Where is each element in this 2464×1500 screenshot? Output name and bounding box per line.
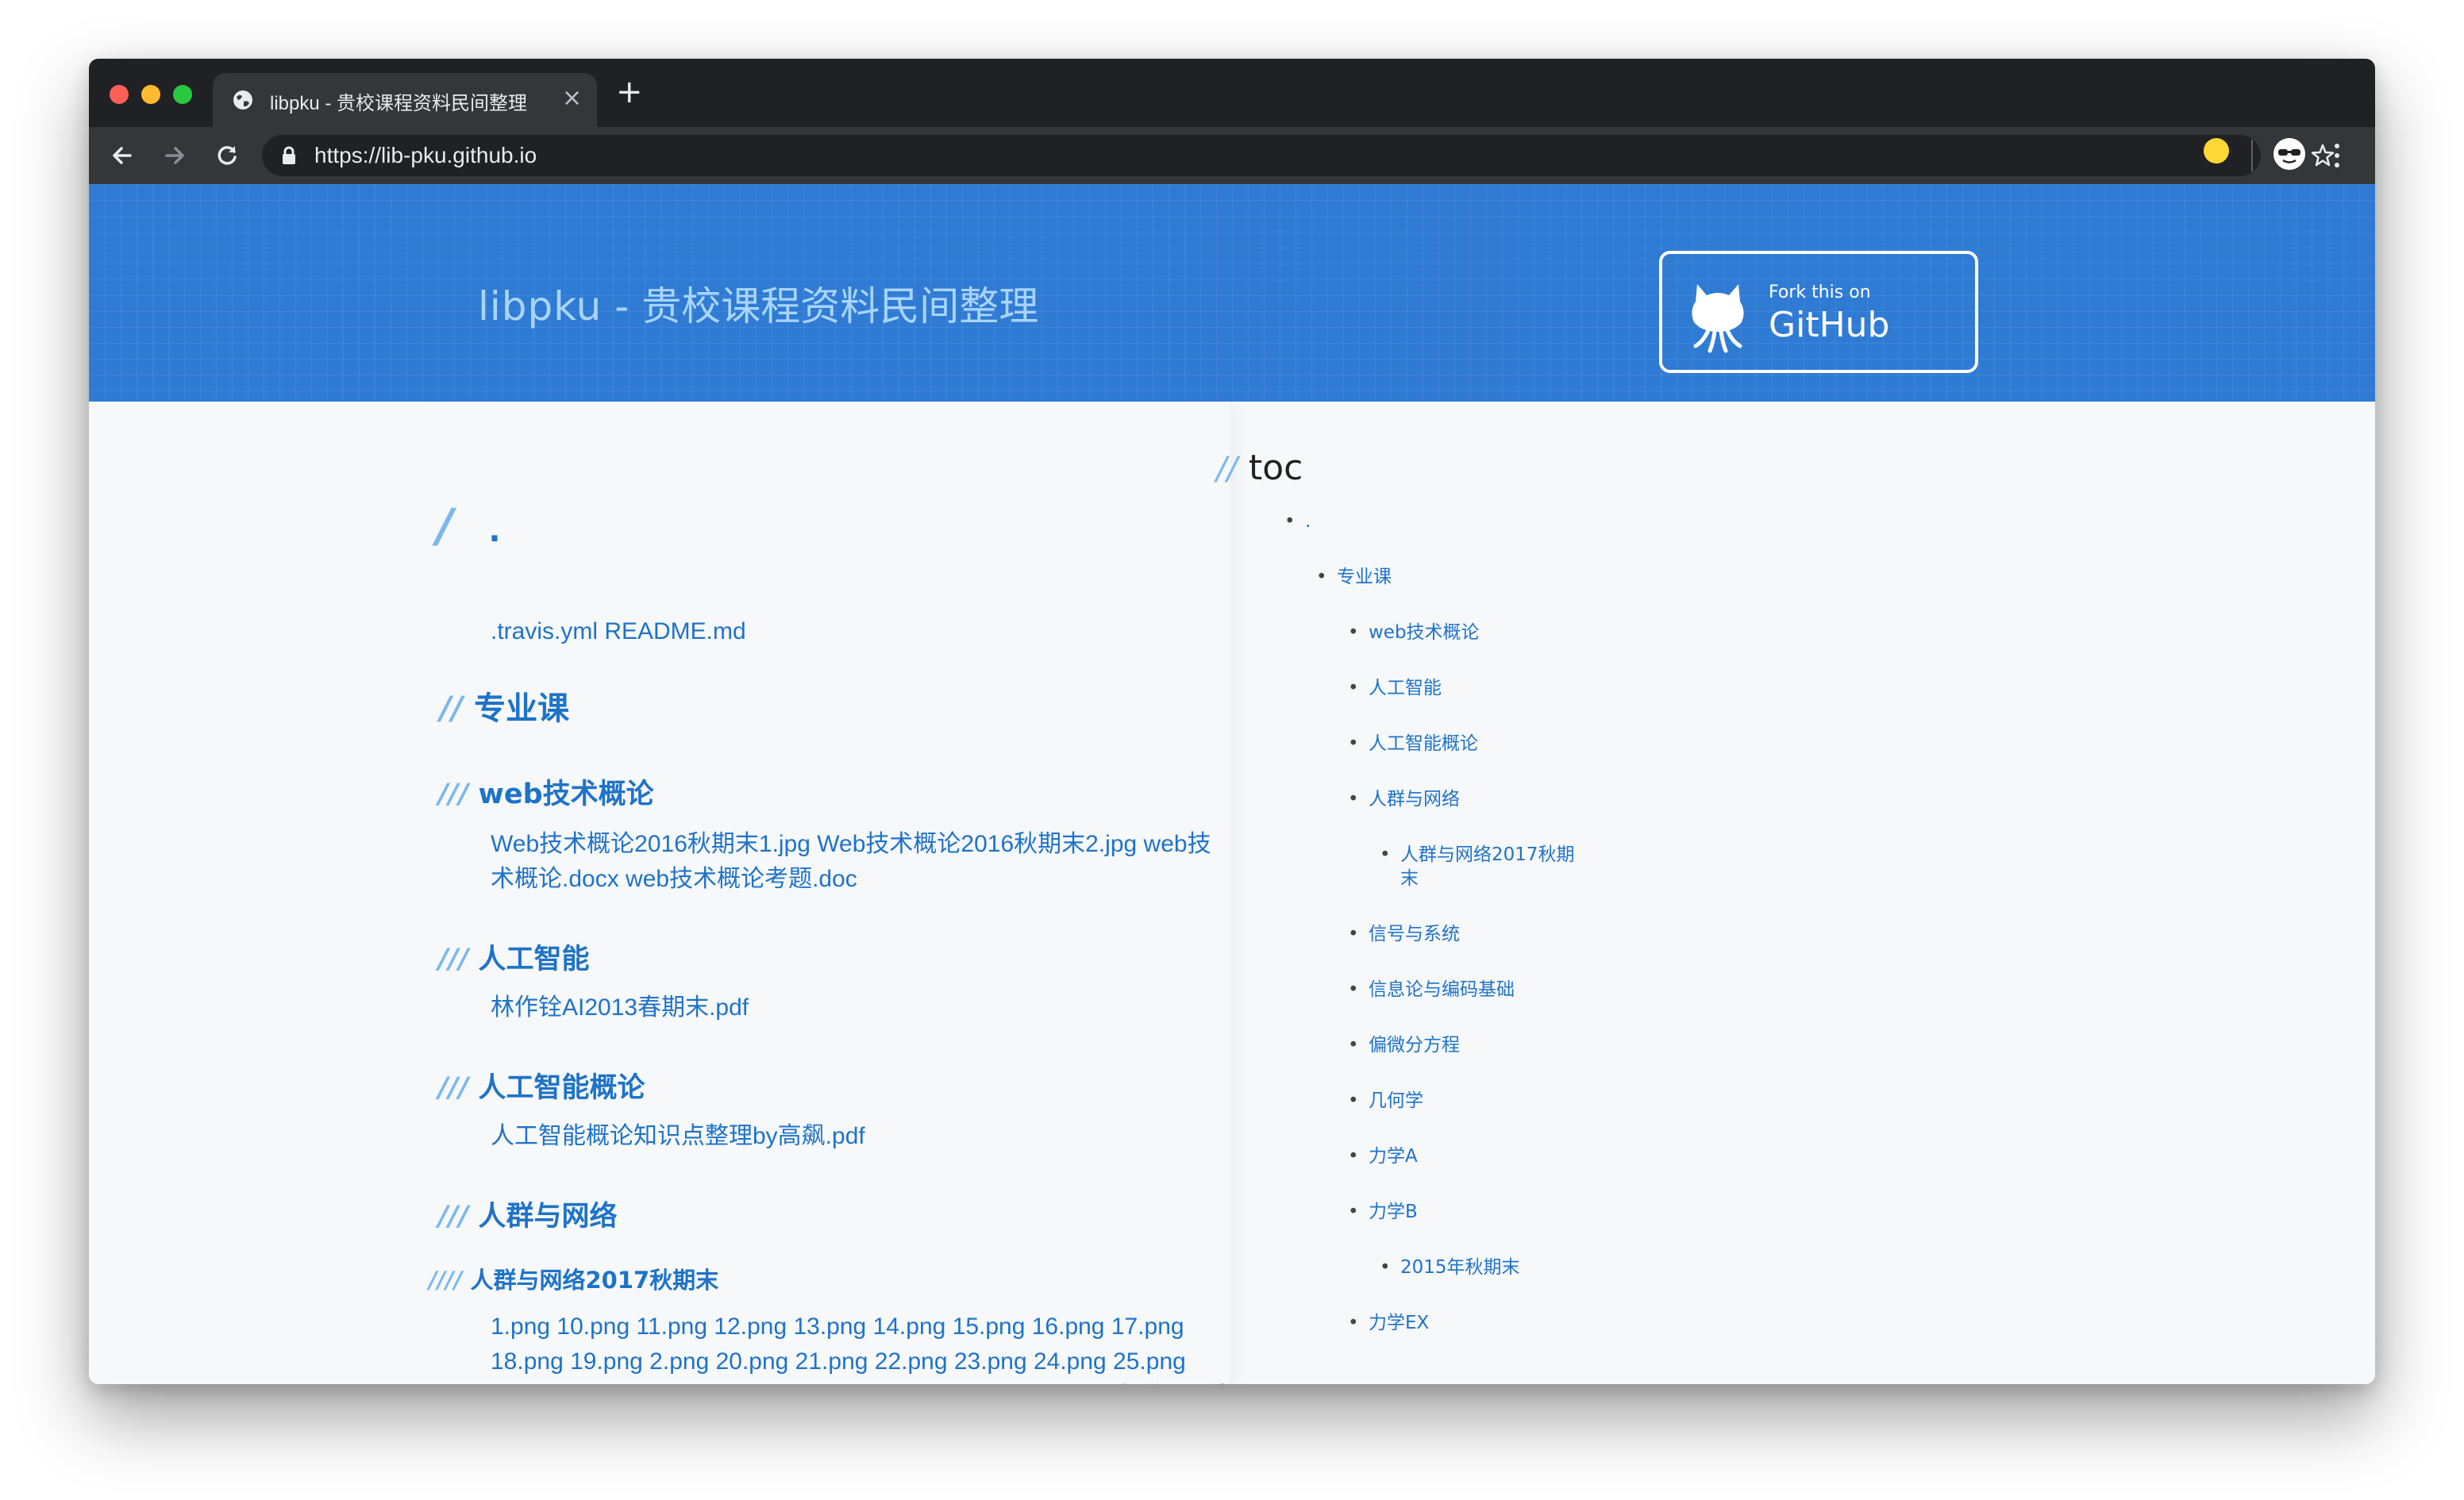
toc-item-zhuanye[interactable]: 专业课 (1316, 565, 1392, 589)
browser-window: libpku - 贵校课程资料民间整理 × + https://lib-pku.… (89, 59, 2375, 1384)
heading-zhuanye: // 专业课 (440, 683, 569, 729)
toc-item-ai-intro[interactable]: 人工智能概论 (1348, 732, 1478, 756)
heading-network-2017: //// 人群与网络2017秋期末 (429, 1262, 718, 1295)
root-file-links[interactable]: .travis.yml README.md (491, 614, 1229, 649)
kebab-menu-icon[interactable] (2332, 140, 2342, 171)
heading-network-text: 人群与网络 (478, 1201, 618, 1233)
heading-marker: /// (438, 779, 469, 810)
heading-network: /// 人群与网络 (438, 1194, 618, 1234)
profile-avatar-icon[interactable] (2273, 138, 2305, 170)
address-bar[interactable]: https://lib-pku.github.io (262, 135, 2335, 176)
fork-on-github-button[interactable]: Fork this on GitHub (1659, 251, 1978, 373)
toc-item-network[interactable]: 人群与网络 (1348, 787, 1460, 811)
window-close-button[interactable] (110, 85, 129, 104)
heading-root-text: . (488, 513, 501, 549)
page-viewport: libpku - 贵校课程资料民间整理 Fork this on GitHub … (89, 184, 2375, 1384)
fork-github-label: GitHub (1769, 305, 1890, 345)
tab-bar: libpku - 贵校课程资料民间整理 × + (89, 59, 2375, 127)
heading-ai-intro: /// 人工智能概论 (438, 1065, 645, 1106)
fork-caption: Fork this on (1769, 283, 1871, 302)
site-title[interactable]: libpku - 贵校课程资料民间整理 (478, 275, 1038, 332)
heading-marker: / (437, 498, 454, 552)
toc-item-network-2017[interactable]: 人群与网络2017秋期末 (1380, 843, 1583, 890)
globe-icon (233, 90, 252, 110)
toc-item-geometry[interactable]: 几何学 (1348, 1089, 1423, 1113)
browser-tab[interactable]: libpku - 贵校课程资料民间整理 × (213, 73, 597, 127)
heading-web-text: web技术概论 (478, 779, 654, 810)
new-tab-button[interactable]: + (616, 76, 643, 108)
heading-ai-intro-text: 人工智能概论 (478, 1072, 645, 1104)
heading-marker: // (440, 690, 464, 727)
ai-intro-file-links[interactable]: 人工智能概论知识点整理by高飙.pdf (491, 1119, 1229, 1154)
heading-marker: //// (429, 1267, 463, 1294)
url-text: https://lib-pku.github.io (314, 143, 537, 167)
browser-toolbar: https://lib-pku.github.io (89, 127, 2375, 184)
heading-marker: // (1216, 451, 1238, 487)
toc-item-mechanics-b-2015[interactable]: 2015年秋期末 (1380, 1256, 1519, 1279)
back-arrow-icon[interactable] (105, 138, 140, 173)
toc-item-ai[interactable]: 人工智能 (1348, 676, 1442, 700)
site-banner: libpku - 贵校课程资料民间整理 Fork this on GitHub (89, 184, 2375, 402)
window-maximize-button[interactable] (173, 85, 192, 104)
toc-item-mechanics-a[interactable]: 力学A (1348, 1144, 1418, 1168)
toc-item-web[interactable]: web技术概论 (1348, 621, 1479, 644)
heading-network-2017-text: 人群与网络2017秋期末 (470, 1267, 719, 1294)
avatar-face-icon (2273, 138, 2305, 170)
heading-ai: /// 人工智能 (438, 937, 590, 977)
toc-heading: // toc (1216, 448, 1303, 488)
reload-icon[interactable] (210, 138, 244, 173)
web-file-links[interactable]: Web技术概论2016秋期末1.jpg Web技术概论2016秋期末2.jpg … (491, 827, 1229, 897)
heading-ai-text: 人工智能 (478, 944, 590, 975)
extension-icon[interactable] (2204, 138, 2229, 163)
toc-item-mechanics-b[interactable]: 力学B (1348, 1200, 1418, 1224)
octocat-icon (1692, 284, 1744, 353)
toc-item-info-theory[interactable]: 信息论与编码基础 (1348, 978, 1515, 1002)
heading-marker: /// (438, 1201, 469, 1233)
lock-icon (283, 146, 295, 164)
ai-file-links[interactable]: 林作铨AI2013春期末.pdf (491, 990, 1229, 1025)
window-minimize-button[interactable] (141, 85, 160, 104)
toc-item-signals[interactable]: 信号与系统 (1348, 922, 1460, 946)
tab-close-icon[interactable]: × (562, 84, 582, 112)
heading-web: /// web技术概论 (438, 771, 654, 812)
toc-item-mechanics-ex[interactable]: 力学EX (1348, 1311, 1429, 1335)
tab-title: libpku - 贵校课程资料民间整理 (270, 93, 528, 114)
toolbar-separator (2251, 140, 2253, 171)
heading-marker: /// (438, 1072, 469, 1104)
site-tagline: - 贵校课程资料民间整理 (602, 283, 1039, 329)
toc-heading-text: toc (1248, 448, 1303, 488)
heading-root: / . (437, 498, 501, 552)
toc-item-root[interactable]: . (1284, 510, 1311, 533)
heading-zhuanye-text: 专业课 (474, 690, 570, 727)
site-brand: libpku (478, 283, 603, 329)
heading-marker: /// (438, 944, 469, 975)
network-2017-file-links[interactable]: 1.png 10.png 11.png 12.png 13.png 14.png… (491, 1310, 1237, 1384)
forward-arrow-icon[interactable] (157, 138, 192, 173)
toc-item-pde[interactable]: 偏微分方程 (1348, 1033, 1460, 1057)
